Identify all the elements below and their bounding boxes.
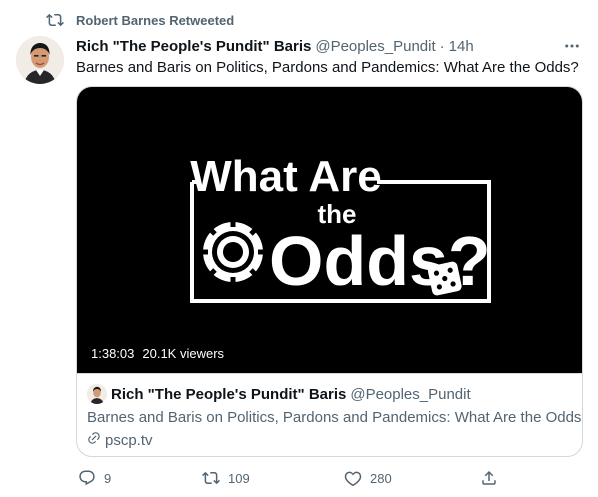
video-duration: 1:38:03 — [91, 346, 135, 361]
chip-icon — [201, 220, 265, 284]
social-context-label: Robert Barnes Retweeted — [76, 12, 235, 28]
tweet-text: Barnes and Baris on Politics, Pardons an… — [76, 59, 579, 76]
media-card[interactable]: What Are the Odds? 1:38:03 20.1K viewers… — [76, 86, 583, 457]
author-name[interactable]: Rich "The People's Pundit" Baris — [76, 38, 311, 55]
tweet-actions: 9 109 280 — [70, 466, 500, 490]
retweet-count: 109 — [228, 470, 250, 486]
like-count: 280 — [370, 470, 392, 486]
card-author-name: Rich "The People's Pundit" Baris — [111, 385, 347, 403]
card-info[interactable]: Rich "The People's Pundit" Baris @People… — [77, 373, 582, 456]
card-domain: pscp.tv — [105, 431, 153, 449]
social-context[interactable]: Robert Barnes Retweeted — [46, 10, 234, 30]
heart-icon — [336, 466, 370, 490]
video-player[interactable]: What Are the Odds? 1:38:03 20.1K viewers — [77, 87, 582, 373]
card-author: Rich "The People's Pundit" Baris @People… — [87, 384, 572, 404]
share-button[interactable] — [472, 466, 506, 490]
logo-line-1: What Are — [190, 152, 382, 201]
card-author-handle: @Peoples_Pundit — [350, 385, 471, 403]
author-handle[interactable]: @Peoples_Pundit — [315, 38, 435, 55]
card-link[interactable]: pscp.tv — [87, 430, 572, 450]
retweet-icon — [46, 11, 64, 29]
retweet-action-icon — [194, 466, 228, 490]
reply-icon — [70, 466, 104, 490]
tweet-timestamp[interactable]: 14h — [449, 38, 474, 55]
avatar[interactable] — [16, 36, 64, 84]
what-are-the-odds-logo: What Are the Odds? — [190, 152, 491, 303]
dice-icon — [427, 261, 462, 296]
tweet-header: Rich "The People's Pundit" Baris @People… — [76, 36, 586, 56]
more-icon[interactable] — [562, 36, 582, 56]
link-icon — [87, 431, 105, 449]
share-icon — [472, 466, 506, 490]
reply-count: 9 — [104, 470, 112, 486]
viewer-count: 20.1K viewers — [142, 346, 225, 361]
card-avatar — [87, 384, 107, 404]
reply-button[interactable]: 9 — [70, 466, 111, 490]
media-meta: 1:38:03 20.1K viewers — [91, 346, 224, 361]
separator-dot: · — [439, 37, 445, 55]
like-button[interactable]: 280 — [336, 466, 392, 490]
retweet-button[interactable]: 109 — [194, 466, 250, 490]
card-description: Barnes and Baris on Politics, Pardons an… — [87, 409, 583, 426]
